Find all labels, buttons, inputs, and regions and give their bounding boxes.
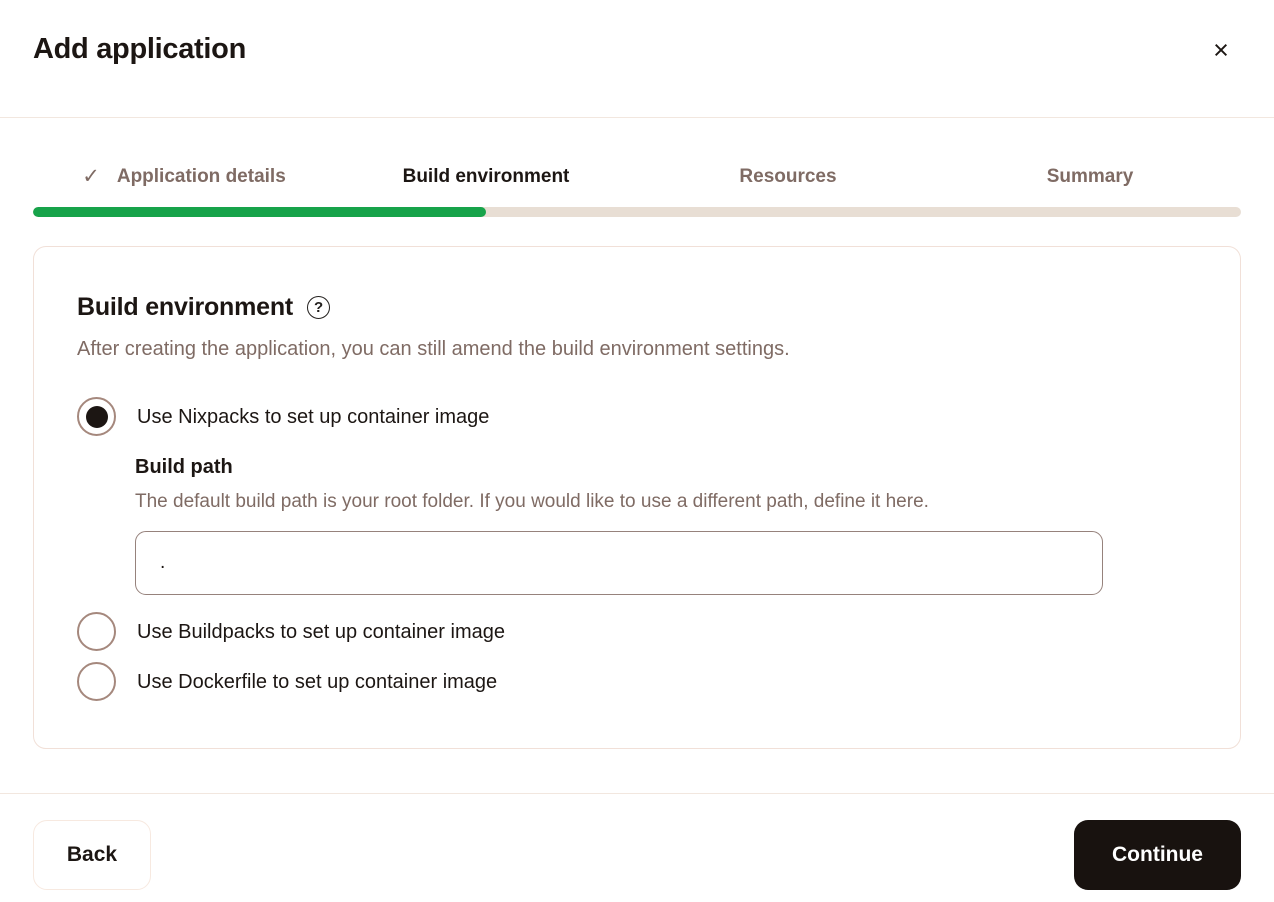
step-build-environment[interactable]: Build environment — [335, 164, 637, 190]
step-complete-check-icon: ✓ — [82, 164, 100, 190]
build-path-section: Build path The default build path is you… — [135, 454, 1197, 595]
radio-unselected-icon[interactable] — [77, 612, 116, 651]
card-heading: Build environment — [77, 291, 293, 323]
close-icon[interactable]: × — [1204, 33, 1238, 67]
option-label: Use Dockerfile to set up container image — [137, 668, 497, 696]
modal-header: Add application × — [0, 0, 1274, 118]
build-path-label: Build path — [135, 454, 1197, 480]
modal-title: Add application — [33, 30, 1241, 68]
continue-button[interactable]: Continue — [1074, 820, 1241, 890]
stepper: ✓ Application details Build environment … — [0, 164, 1274, 217]
progress-bar-track — [33, 207, 1241, 217]
option-label: Use Buildpacks to set up container image — [137, 618, 505, 646]
build-options: Use Nixpacks to set up container image B… — [77, 397, 1197, 701]
option-nixpacks[interactable]: Use Nixpacks to set up container image — [77, 397, 1197, 436]
modal-footer: Back Continue — [0, 793, 1274, 902]
step-label: Resources — [739, 164, 836, 190]
radio-selected-icon[interactable] — [77, 397, 116, 436]
step-resources[interactable]: Resources — [637, 164, 939, 190]
step-application-details[interactable]: ✓ Application details — [33, 164, 335, 190]
step-summary[interactable]: Summary — [939, 164, 1241, 190]
step-label: Summary — [1047, 164, 1134, 190]
help-icon[interactable]: ? — [307, 296, 330, 319]
card-heading-row: Build environment ? — [77, 291, 1197, 323]
build-path-description: The default build path is your root fold… — [135, 489, 1197, 515]
option-buildpacks[interactable]: Use Buildpacks to set up container image — [77, 612, 1197, 651]
step-label: Build environment — [403, 164, 570, 190]
radio-unselected-icon[interactable] — [77, 662, 116, 701]
option-label: Use Nixpacks to set up container image — [137, 403, 489, 431]
progress-bar-fill — [33, 207, 486, 217]
step-labels: ✓ Application details Build environment … — [33, 164, 1241, 190]
build-path-input[interactable] — [135, 531, 1103, 595]
step-label: Application details — [117, 164, 286, 190]
card-description: After creating the application, you can … — [77, 335, 1197, 363]
option-dockerfile[interactable]: Use Dockerfile to set up container image — [77, 662, 1197, 701]
build-environment-card: Build environment ? After creating the a… — [33, 246, 1241, 749]
back-button[interactable]: Back — [33, 820, 151, 890]
